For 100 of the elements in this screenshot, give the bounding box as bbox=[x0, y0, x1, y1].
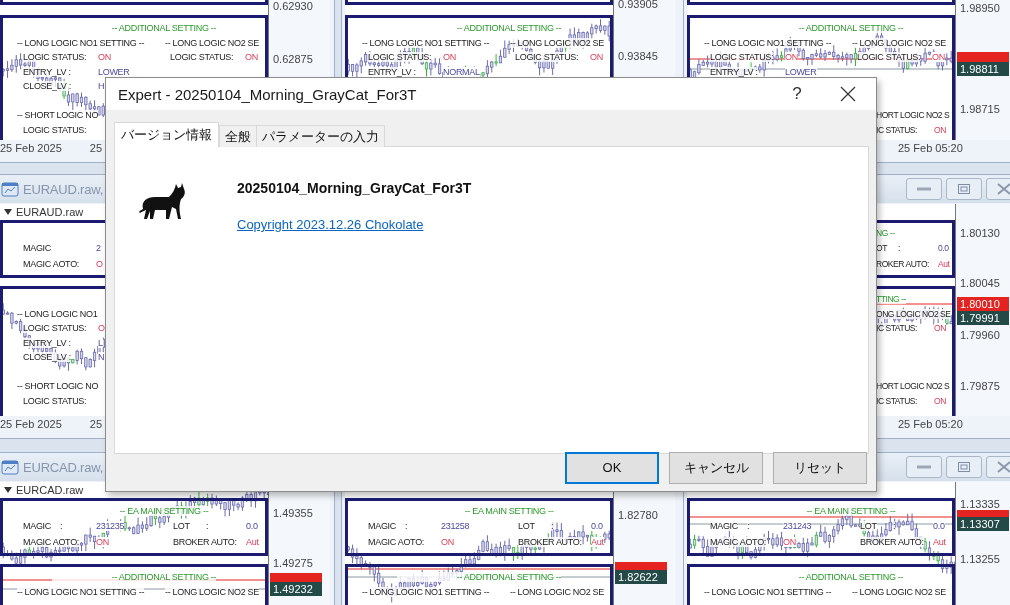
close-icon bbox=[997, 461, 1010, 473]
field-value: 231258 bbox=[441, 521, 470, 531]
field-label: LOGIC STATUS: bbox=[23, 395, 87, 406]
minimize-button[interactable] bbox=[906, 178, 942, 200]
price-label: 1.82780 bbox=[617, 508, 659, 522]
copyright-link[interactable]: Copyright 2023.12.26 Chokolate bbox=[237, 217, 472, 232]
maximize-button[interactable] bbox=[946, 456, 982, 478]
date-label: 25 Feb 2025 bbox=[0, 418, 62, 430]
field-label: LOGIC STATUS: bbox=[710, 52, 774, 63]
chart-symbol: EURAUD.raw bbox=[16, 206, 84, 218]
field-value: ON bbox=[96, 537, 109, 547]
price-label: 1.13255 bbox=[959, 552, 1001, 566]
dialog-button[interactable]: OK bbox=[565, 451, 659, 484]
field-value: 0.0 bbox=[591, 521, 603, 531]
logic-title: -- LONG LOGIC NO1 SETTING -- bbox=[17, 586, 145, 597]
field-value: 0.0 bbox=[938, 243, 949, 253]
logic-title: -- LONG LOGIC NO2 SE bbox=[510, 586, 605, 597]
field-separator: : bbox=[60, 521, 63, 531]
field-value: NORMAL bbox=[443, 66, 480, 77]
price-label: 0.93905 bbox=[617, 0, 659, 11]
field-value: O bbox=[96, 259, 103, 269]
minimize-button[interactable] bbox=[906, 456, 942, 478]
field-label: MAGIC bbox=[23, 243, 51, 253]
price-label: 1.98950 bbox=[959, 1, 1001, 15]
field-label: MAGIC AOTO: bbox=[23, 537, 80, 547]
field-label: CLOSE_LV : bbox=[23, 352, 71, 363]
field-label: ROKER AUTO: bbox=[876, 259, 929, 269]
field-value: N bbox=[98, 352, 105, 363]
window-title: EURCAD.raw, bbox=[23, 459, 104, 475]
logic-title: -- SHORT LOGIC NO bbox=[17, 110, 99, 121]
section-heading: TTING -- bbox=[876, 294, 906, 305]
field-label: LOT bbox=[518, 521, 535, 531]
logic-title: -- SHORT LOGIC NO bbox=[17, 381, 99, 392]
field-label: ENTRY_LV : bbox=[23, 337, 71, 348]
window-title: EURAUD.raw, bbox=[23, 181, 104, 197]
dialog-button[interactable]: リセット bbox=[773, 451, 867, 484]
price-label: 0.62875 bbox=[272, 52, 314, 66]
price-label: 1.49275 bbox=[272, 556, 314, 570]
maximize-button[interactable] bbox=[946, 178, 982, 200]
field-value: 231243 bbox=[783, 521, 812, 531]
field-value: O bbox=[98, 323, 105, 334]
tab[interactable]: 全般 bbox=[219, 125, 257, 147]
minimize-icon bbox=[917, 187, 931, 191]
field-value: Aut bbox=[933, 537, 946, 547]
field-label: ENTRY_LV : bbox=[23, 66, 71, 77]
bid-price-label: 1.82622 bbox=[615, 570, 667, 584]
field-value: ON bbox=[443, 52, 456, 63]
field-label: MAGIC AOTO: bbox=[368, 537, 425, 547]
price-label: 1.80130 bbox=[959, 226, 1001, 240]
tab[interactable]: バージョン情報 bbox=[114, 122, 219, 147]
field-label: LOT bbox=[860, 521, 877, 531]
close-icon bbox=[997, 183, 1010, 195]
logic-title: -- LONG LOGIC NO1 SETTING -- bbox=[362, 586, 490, 597]
field-label: LOGIC STATUS: bbox=[170, 52, 234, 63]
field-label: ENTRY_LV : bbox=[710, 66, 758, 77]
minimize-icon bbox=[917, 465, 931, 469]
field-value: 0.0 bbox=[246, 521, 258, 531]
logic-title: -- LONG LOGIC NO1 SETTING -- bbox=[17, 37, 145, 48]
field-label: MAGIC AOTO: bbox=[23, 259, 80, 269]
field-label: LOGIC STATUS: bbox=[857, 52, 921, 63]
chart-symbol: EURCAD.raw bbox=[16, 484, 84, 496]
field-label: BROKER AUTO: bbox=[518, 537, 582, 547]
field-value: ON bbox=[785, 52, 798, 63]
field-value: H bbox=[98, 81, 105, 92]
date-label: 25 Feb 05:20 bbox=[898, 142, 963, 154]
maximize-icon bbox=[958, 184, 970, 194]
field-value: ON bbox=[932, 52, 945, 63]
field-value: ON bbox=[783, 537, 796, 547]
field-label: IC STATUS: bbox=[876, 395, 917, 406]
price-label: 1.49355 bbox=[272, 506, 314, 520]
field-label: LOGIC STATUS: bbox=[23, 52, 87, 63]
field-separator: : bbox=[898, 243, 900, 253]
date-label: 25 Feb 05:20 bbox=[898, 418, 963, 430]
help-button[interactable]: ? bbox=[774, 78, 820, 110]
field-value: Aut bbox=[246, 537, 259, 547]
price-label: 1.98715 bbox=[959, 102, 1001, 116]
logic-title: -- LONG LOGIC NO1 SETTING -- bbox=[704, 586, 832, 597]
bid-price-label: 1.79991 bbox=[957, 311, 1009, 325]
price-label: 1.79960 bbox=[959, 328, 1001, 342]
dialog-button[interactable]: キャンセル bbox=[669, 451, 763, 484]
field-label: BROKER AUTO: bbox=[860, 537, 924, 547]
field-value: 2 bbox=[96, 243, 101, 253]
logic-title: ONG LOGIC NO2 SE bbox=[876, 308, 951, 319]
field-label: MAGIC bbox=[23, 521, 51, 531]
ask-price-label: 1.80010 bbox=[957, 297, 1009, 311]
field-separator: : bbox=[206, 521, 209, 531]
date-label: 25 bbox=[89, 142, 103, 154]
date-label: 25 bbox=[89, 418, 103, 430]
section-heading: -- ADDITIONAL SETTING -- bbox=[51, 572, 217, 583]
field-value: ON bbox=[590, 52, 603, 63]
field-value: LOWER bbox=[785, 66, 817, 77]
field-value: Aut bbox=[591, 537, 604, 547]
field-label: LOGIC STATUS: bbox=[23, 323, 87, 334]
field-label: LOGIC STATUS: bbox=[23, 124, 87, 135]
logic-title: HORT LOGIC NO2 S bbox=[876, 381, 950, 392]
bid-price-label: 1.98811 bbox=[957, 62, 1009, 76]
maximize-icon bbox=[958, 462, 970, 472]
field-separator: : bbox=[747, 521, 750, 531]
tab[interactable]: パラメーターの入力 bbox=[256, 125, 385, 147]
logic-title: -- LONG LOGIC NO2 SE bbox=[510, 37, 605, 48]
